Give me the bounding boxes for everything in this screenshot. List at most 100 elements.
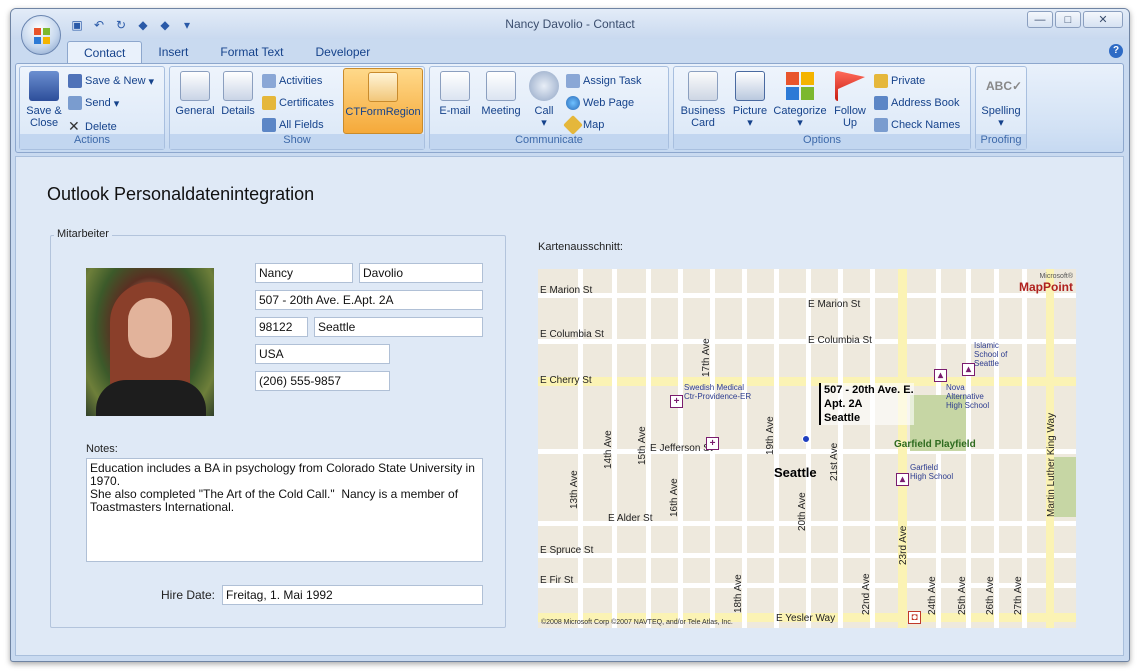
school-icon: ▴ xyxy=(896,473,909,486)
road-27th xyxy=(1022,269,1027,628)
all-fields-button[interactable]: All Fields xyxy=(262,118,324,132)
photo-shirt xyxy=(96,380,206,416)
address-line1: 507 - 20th Ave. E. xyxy=(824,384,914,396)
business-card-label: Business Card xyxy=(680,105,726,129)
group-proofing: ABC✓ Spelling ▾ Proofing xyxy=(975,66,1027,150)
save-new-button[interactable]: Save & New ▾ xyxy=(68,74,154,88)
label-spruce: E Spruce St xyxy=(540,545,594,556)
map-view[interactable]: E Marion St E Marion St E Columbia St E … xyxy=(538,269,1076,628)
label-garfield-playfield: Garfield Playfield xyxy=(894,439,976,450)
group-communicate: E-mail Meeting Call ▾ Assign Task Web Pa… xyxy=(429,66,669,150)
general-label: General xyxy=(175,105,215,117)
window-title: Nancy Davolio - Contact xyxy=(505,17,635,31)
address-line2: Apt. 2A xyxy=(824,398,863,410)
label-nova-school: Nova Alternative High School xyxy=(946,383,990,410)
photo-face xyxy=(128,298,172,358)
notes-textarea[interactable]: Education includes a BA in psychology fr… xyxy=(86,458,483,562)
lock-icon xyxy=(874,74,888,88)
last-name-field[interactable] xyxy=(359,263,483,283)
save-new-label: Save & New xyxy=(85,75,146,87)
business-card-icon xyxy=(688,71,718,101)
spelling-icon: ABC✓ xyxy=(986,79,1023,93)
hire-date-label: Hire Date: xyxy=(161,588,216,602)
maximize-button[interactable]: □ xyxy=(1055,11,1081,28)
group-show-label: Show xyxy=(170,134,424,149)
ctformregion-button[interactable]: CTFormRegion xyxy=(343,68,423,134)
zip-field[interactable] xyxy=(255,317,308,337)
call-button[interactable]: Call ▾ xyxy=(528,71,560,129)
assign-task-icon xyxy=(566,74,580,88)
assign-task-button[interactable]: Assign Task xyxy=(566,74,642,88)
follow-up-button[interactable]: Follow Up xyxy=(830,71,870,129)
group-actions-label: Actions xyxy=(20,134,164,149)
map-city-label: Seattle xyxy=(774,465,817,480)
check-names-button[interactable]: Check Names xyxy=(874,118,960,132)
activities-icon xyxy=(262,74,276,88)
label-yesler: E Yesler Way xyxy=(776,613,836,624)
label-alder: E Alder St xyxy=(608,513,653,524)
address-book-button[interactable]: Address Book xyxy=(874,96,959,110)
street-field[interactable] xyxy=(255,290,483,310)
form-region: Outlook Personaldatenintegration Mitarbe… xyxy=(15,156,1124,656)
label-16th: 16th Ave xyxy=(669,478,680,517)
tab-contact[interactable]: Contact xyxy=(67,41,143,63)
contact-photo[interactable] xyxy=(86,268,214,416)
private-button[interactable]: Private xyxy=(874,74,925,88)
dropdown-arrow-icon: ▾ xyxy=(113,97,120,110)
business-card-button[interactable]: Business Card xyxy=(678,71,728,129)
tab-format-text[interactable]: Format Text xyxy=(204,41,299,63)
mappoint-brand: MapPoint xyxy=(1019,280,1073,294)
city-field[interactable] xyxy=(314,317,483,337)
categorize-button[interactable]: Categorize ▾ xyxy=(772,71,828,129)
group-show: General Details Activities Certificates … xyxy=(169,66,425,150)
send-button[interactable]: Send ▾ xyxy=(68,96,119,110)
tab-insert[interactable]: Insert xyxy=(142,41,204,63)
label-cherry: E Cherry St xyxy=(540,375,592,386)
delete-button[interactable]: ✕ Delete xyxy=(68,118,117,135)
picture-icon xyxy=(735,71,765,101)
tab-developer[interactable]: Developer xyxy=(300,41,387,63)
hospital-icon: + xyxy=(670,395,683,408)
office-logo-icon xyxy=(34,28,50,44)
web-page-icon xyxy=(566,96,580,110)
email-button[interactable]: E-mail xyxy=(434,71,476,117)
details-button[interactable]: Details xyxy=(218,71,258,117)
web-page-label: Web Page xyxy=(583,97,635,109)
close-button[interactable]: ✕ xyxy=(1083,11,1123,28)
certificates-button[interactable]: Certificates xyxy=(262,96,334,110)
picture-label: Picture xyxy=(732,105,768,117)
group-proofing-label: Proofing xyxy=(976,134,1026,149)
activities-button[interactable]: Activities xyxy=(262,74,322,88)
general-button[interactable]: General xyxy=(174,71,216,117)
save-close-button[interactable]: Save & Close xyxy=(24,71,64,129)
window-controls: — □ ✕ xyxy=(1027,11,1123,28)
all-fields-label: All Fields xyxy=(279,119,324,131)
label-23rd: 23rd Ave xyxy=(898,525,909,565)
meeting-button[interactable]: Meeting xyxy=(478,71,524,117)
hire-date-field[interactable] xyxy=(222,585,483,605)
picture-button[interactable]: Picture ▾ xyxy=(730,71,770,129)
map-button[interactable]: Map xyxy=(563,115,604,135)
label-13th: 13th Ave xyxy=(569,470,580,509)
country-field[interactable] xyxy=(255,344,390,364)
office-button[interactable] xyxy=(21,15,61,55)
label-17th: 17th Ave xyxy=(701,338,712,377)
ribbon-tabs: Contact Insert Format Text Developer xyxy=(67,41,386,63)
private-label: Private xyxy=(891,75,926,87)
web-page-button[interactable]: Web Page xyxy=(566,96,634,110)
send-label: Send xyxy=(85,97,111,109)
label-26th: 26th Ave xyxy=(985,576,996,615)
email-icon xyxy=(440,71,470,101)
details-icon xyxy=(223,71,253,101)
spelling-button[interactable]: ABC✓ Spelling ▾ xyxy=(978,71,1024,129)
minimize-button[interactable]: — xyxy=(1027,11,1053,28)
save-new-icon xyxy=(68,74,82,88)
contact-window: ▣ ↶ ↻ ◆ ◆ ▾ Nancy Davolio - Contact — □ … xyxy=(10,8,1130,662)
help-icon[interactable]: ? xyxy=(1109,44,1123,58)
label-15th: 15th Ave xyxy=(637,426,648,465)
first-name-field[interactable] xyxy=(255,263,353,283)
ribbon: Save & Close Save & New ▾ Send ▾ ✕ Delete … xyxy=(15,63,1124,153)
page-title: Outlook Personaldatenintegration xyxy=(47,184,315,204)
phone-field[interactable] xyxy=(255,371,390,391)
dropdown-arrow-icon: ▾ xyxy=(541,117,547,129)
